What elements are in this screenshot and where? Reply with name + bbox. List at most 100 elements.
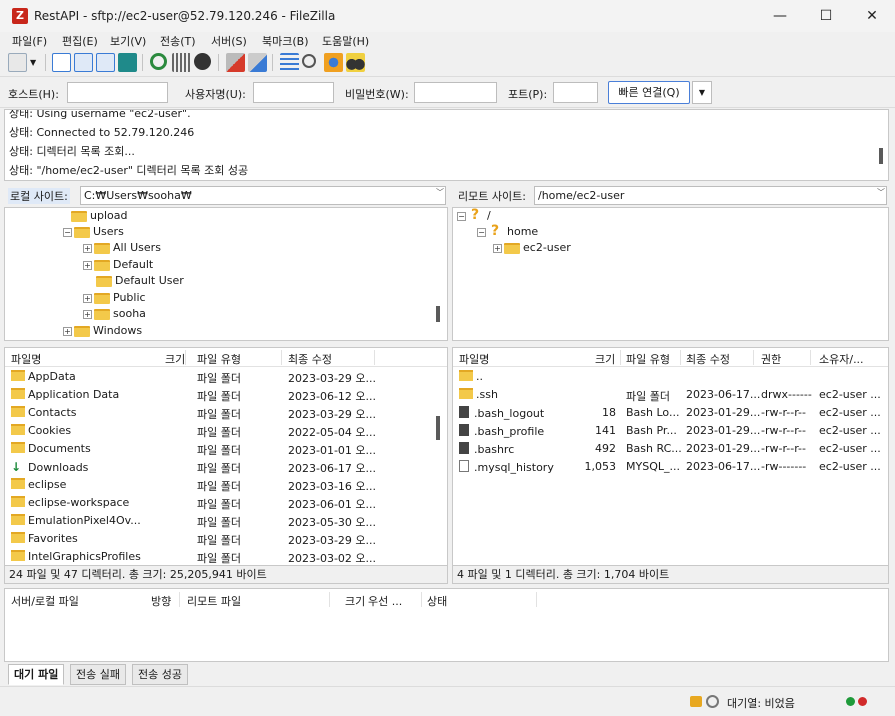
column-type[interactable]: 파일 유형 [626,351,670,367]
transfer-queue[interactable]: 서버/로컬 파일 방향 리모트 파일 크기 우선 ... 상태 [4,588,889,662]
collapse-icon[interactable]: − [63,227,72,237]
remote-path-input[interactable]: /home/ec2-user [534,186,887,205]
message-log[interactable]: 상태: Using username "ec2-user". 상태: Conne… [4,109,889,181]
close-button[interactable]: ✕ [849,0,895,32]
local-directory-tree[interactable]: upload − Users + All Users + Default Defaul… [4,207,448,341]
local-tree-scrollbar[interactable] [436,306,440,322]
table-row[interactable]: .bashrc 492 Bash RC... 2023-01-29... -rw-r--… [453,440,888,458]
tree-node[interactable]: Default User [96,273,184,289]
queue-column-direction[interactable]: 방향 [151,593,171,609]
cancel-operation-icon[interactable] [194,53,211,70]
column-modified[interactable]: 최종 수정 [686,351,730,367]
remote-file-list[interactable]: 파일명 ^ 크기 파일 유형 최종 수정 권한 소유자/... .. .ssh 파일… [452,347,889,566]
maximize-button[interactable]: ☐ [803,0,849,32]
chevron-down-icon[interactable]: ﹀ [877,187,885,198]
tree-node[interactable]: + All Users [83,240,161,256]
expand-icon[interactable]: + [83,309,92,319]
quickconnect-button[interactable]: 빠른 연결(Q) [608,81,690,104]
reconnect-icon[interactable] [248,53,267,72]
remote-directory-tree[interactable]: −? / −? home + ec2-user [452,207,889,341]
site-manager-icon[interactable] [8,53,27,72]
queue-column-remote[interactable]: 리모트 파일 [187,593,241,609]
collapse-icon[interactable]: − [457,211,466,221]
table-row[interactable]: eclipse 파일 폴더 2023-03-16 오... [5,476,447,494]
host-input[interactable] [67,82,168,103]
menu-help[interactable]: 도움말(H) [322,33,369,49]
column-name[interactable]: 파일명 [11,351,41,367]
site-manager-dropdown-icon[interactable]: ▼ [30,53,40,72]
column-size[interactable]: 크기 [595,351,615,367]
minimize-button[interactable]: — [757,0,803,32]
table-row[interactable]: Documents 파일 폴더 2023-01-01 오... [5,440,447,458]
port-input[interactable] [553,82,598,103]
toggle-log-icon[interactable] [52,53,71,72]
toggle-local-tree-icon[interactable] [74,53,93,72]
menu-file[interactable]: 파일(F) [12,33,47,49]
directory-filter-icon[interactable] [280,53,299,72]
username-input[interactable] [253,82,334,103]
quickconnect-dropdown-icon[interactable]: ▼ [692,81,712,104]
speed-limit-icon[interactable] [706,695,719,708]
table-row[interactable]: eclipse-workspace 파일 폴더 2023-06-01 오... [5,494,447,512]
table-row[interactable]: Application Data 파일 폴더 2023-06-12 오... [5,386,447,404]
column-name[interactable]: 파일명 [459,351,489,367]
expand-icon[interactable]: + [63,326,72,336]
compare-directories-icon[interactable] [302,54,316,68]
queue-column-priority[interactable]: 우선 ... [368,593,402,609]
disconnect-icon[interactable] [226,53,245,72]
table-row[interactable]: Favorites 파일 폴더 2023-03-29 오... [5,530,447,548]
tree-node[interactable]: + Windows [63,323,142,339]
column-owner[interactable]: 소유자/... [819,351,864,367]
tree-node[interactable]: + Default [83,257,153,273]
synchronized-browsing-icon[interactable] [324,53,343,72]
queue-column-size[interactable]: 크기 [345,593,365,609]
expand-icon[interactable]: + [493,243,502,253]
toggle-remote-tree-icon[interactable] [96,53,115,72]
collapse-icon[interactable]: − [477,227,486,237]
tab-failed-transfers[interactable]: 전송 실패 [70,664,126,685]
tree-node[interactable]: upload [71,208,127,224]
tree-node[interactable]: − Users [63,224,124,240]
table-row[interactable]: .bash_profile 141 Bash Pr... 2023-01-29... -… [453,422,888,440]
refresh-icon[interactable] [150,53,167,70]
tree-node[interactable]: −? / [457,208,491,224]
queue-column-status[interactable]: 상태 [427,593,447,609]
menu-bookmarks[interactable]: 북마크(B) [262,33,309,49]
search-files-icon[interactable] [346,53,365,72]
local-file-list[interactable]: 파일명 ^ 크기 파일 유형 최종 수정 AppData 파일 폴더 2023-03… [4,347,448,566]
menu-edit[interactable]: 편집(E) [62,33,98,49]
toggle-queue-icon[interactable] [118,53,137,72]
column-modified[interactable]: 최종 수정 [288,351,332,367]
column-permissions[interactable]: 권한 [761,351,781,367]
expand-icon[interactable]: + [83,243,92,253]
menu-view[interactable]: 보기(V) [110,33,146,49]
table-row[interactable]: EmulationPixel4Ov... 파일 폴더 2023-05-30 오... [5,512,447,530]
local-path-input[interactable]: C:₩Users₩sooha₩ [80,186,446,205]
expand-icon[interactable]: + [83,260,92,270]
table-row[interactable]: AppData 파일 폴더 2023-03-29 오... [5,368,447,386]
table-row[interactable]: Contacts 파일 폴더 2023-03-29 오... [5,404,447,422]
password-input[interactable] [414,82,497,103]
expand-icon[interactable]: + [83,293,92,303]
table-row[interactable]: IntelGraphicsProfiles 파일 폴더 2023-03-02 오..… [5,548,447,565]
tab-successful-transfers[interactable]: 전송 성공 [132,664,188,685]
tree-node[interactable]: + ec2-user [493,240,571,256]
tree-node[interactable]: −? home [477,223,538,240]
table-row[interactable]: Cookies 파일 폴더 2022-05-04 오... [5,422,447,440]
tree-node[interactable]: + Public [83,290,146,306]
menu-transfer[interactable]: 전송(T) [160,33,196,49]
table-row[interactable]: .mysql_history 1,053 MYSQL_... 2023-06-17..… [453,458,888,476]
log-scrollbar[interactable] [879,148,883,164]
local-list-scrollbar[interactable] [436,416,440,440]
table-row[interactable]: .bash_logout 18 Bash Lo... 2023-01-29... -rw… [453,404,888,422]
table-row[interactable]: ↓ Downloads 파일 폴더 2023-06-17 오... [5,458,447,476]
tree-node[interactable]: + sooha [83,306,146,322]
chevron-down-icon[interactable]: ﹀ [436,187,444,198]
tab-queued-files[interactable]: 대기 파일 [8,664,65,685]
table-row[interactable]: .. [453,368,888,386]
menu-server[interactable]: 서버(S) [211,33,247,49]
table-row[interactable]: .ssh 파일 폴더 2023-06-17... drwx------ ec2-user… [453,386,888,404]
process-queue-icon[interactable] [172,53,191,72]
column-size[interactable]: 크기 [165,351,185,367]
column-type[interactable]: 파일 유형 [197,351,241,367]
